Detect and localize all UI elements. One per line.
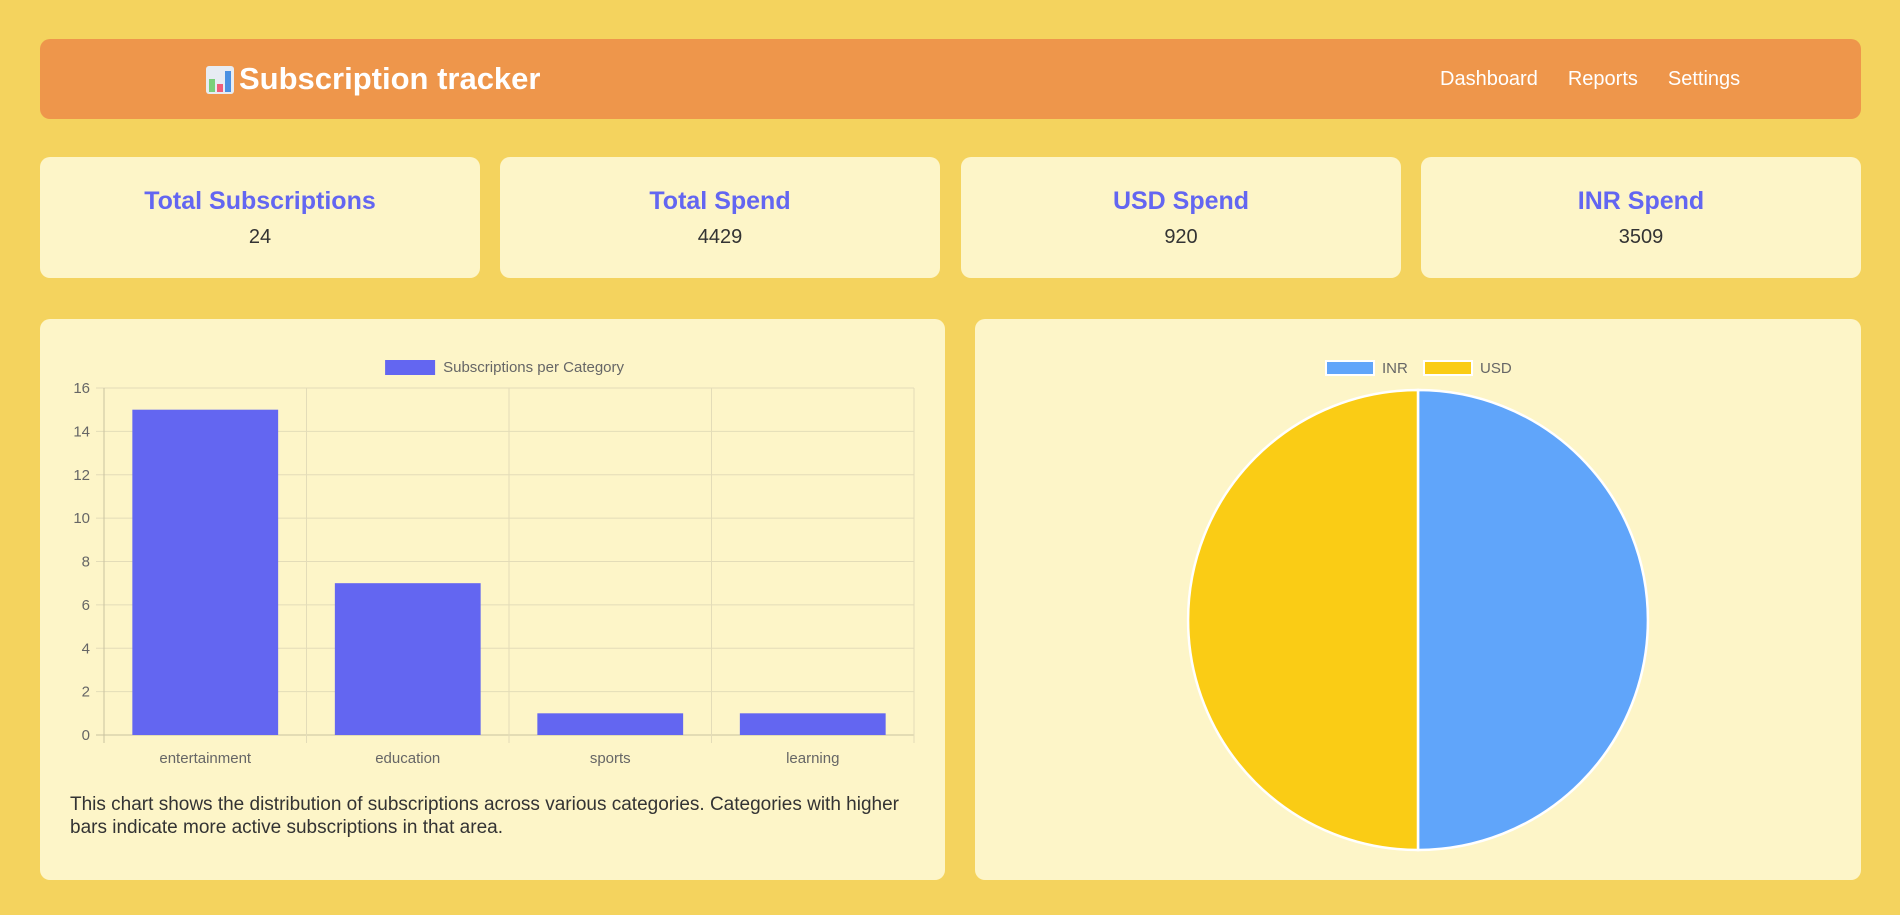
x-tick-label: learning — [786, 750, 839, 767]
stat-title: Total Subscriptions — [144, 187, 376, 215]
top-nav: Dashboard Reports Settings — [1440, 39, 1740, 119]
stat-card-total-subscriptions: Total Subscriptions 24 — [40, 157, 480, 278]
legend-swatch-inr — [1325, 360, 1375, 376]
stat-value: 24 — [248, 226, 272, 248]
stat-value: 4429 — [697, 226, 743, 248]
legend-label-usd: USD — [1480, 360, 1512, 377]
bar-sports — [537, 713, 684, 735]
chart-caption: This chart shows the distribution of sub… — [70, 794, 899, 838]
stat-card-usd-spend: USD Spend 920 — [961, 157, 1401, 278]
x-tick-label: sports — [590, 750, 631, 767]
legend-label-inr: INR — [1382, 360, 1408, 377]
legend-swatch-subscriptions — [385, 360, 436, 375]
stat-title: INR Spend — [1577, 187, 1705, 215]
x-tick-label: entertainment — [159, 750, 252, 767]
bar-learning — [739, 713, 886, 735]
bar-education — [334, 583, 481, 735]
y-tick-label: 0 — [82, 727, 90, 744]
currency-chart-panel: INR USD — [975, 319, 1861, 880]
y-tick-label: 12 — [73, 467, 90, 484]
stat-value: 920 — [1164, 226, 1198, 248]
y-tick-label: 16 — [73, 380, 90, 397]
category-bar-chart: 0 2 4 6 8 10 12 14 16 entertainment education sport… — [73, 359, 915, 767]
bar-entertainment — [132, 409, 279, 735]
app-header: Subscription tracker Dashboard Reports S… — [40, 39, 1861, 119]
x-tick-label: education — [375, 750, 440, 767]
y-tick-label: 8 — [82, 554, 90, 571]
y-tick-label: 2 — [82, 684, 90, 701]
stat-title: Total Spend — [649, 187, 791, 215]
y-tick-label: 14 — [73, 423, 90, 440]
nav-reports[interactable]: Reports — [1568, 68, 1638, 91]
currency-pie-chart: INR USD — [1186, 360, 1650, 852]
stat-value: 3509 — [1618, 226, 1664, 248]
bar-chart-emoji-icon — [206, 66, 234, 94]
pie-slice-usd — [1186, 388, 1420, 852]
legend-label: Subscriptions per Category — [443, 359, 624, 376]
y-tick-label: 4 — [82, 640, 90, 657]
y-tick-label: 10 — [73, 510, 90, 527]
category-chart-panel: 0 2 4 6 8 10 12 14 16 entertainment education sport… — [40, 319, 945, 880]
stat-card-inr-spend: INR Spend 3509 — [1421, 157, 1861, 278]
pie-slice-inr — [1416, 388, 1650, 852]
y-tick-label: 6 — [82, 597, 90, 614]
brand: Subscription tracker — [205, 39, 540, 119]
stat-card-total-spend: Total Spend 4429 — [500, 157, 940, 278]
app-title: Subscription tracker — [239, 61, 541, 96]
legend-swatch-usd — [1423, 360, 1473, 376]
nav-settings[interactable]: Settings — [1668, 68, 1740, 91]
stat-title: USD Spend — [1112, 187, 1250, 215]
nav-dashboard[interactable]: Dashboard — [1440, 68, 1538, 91]
